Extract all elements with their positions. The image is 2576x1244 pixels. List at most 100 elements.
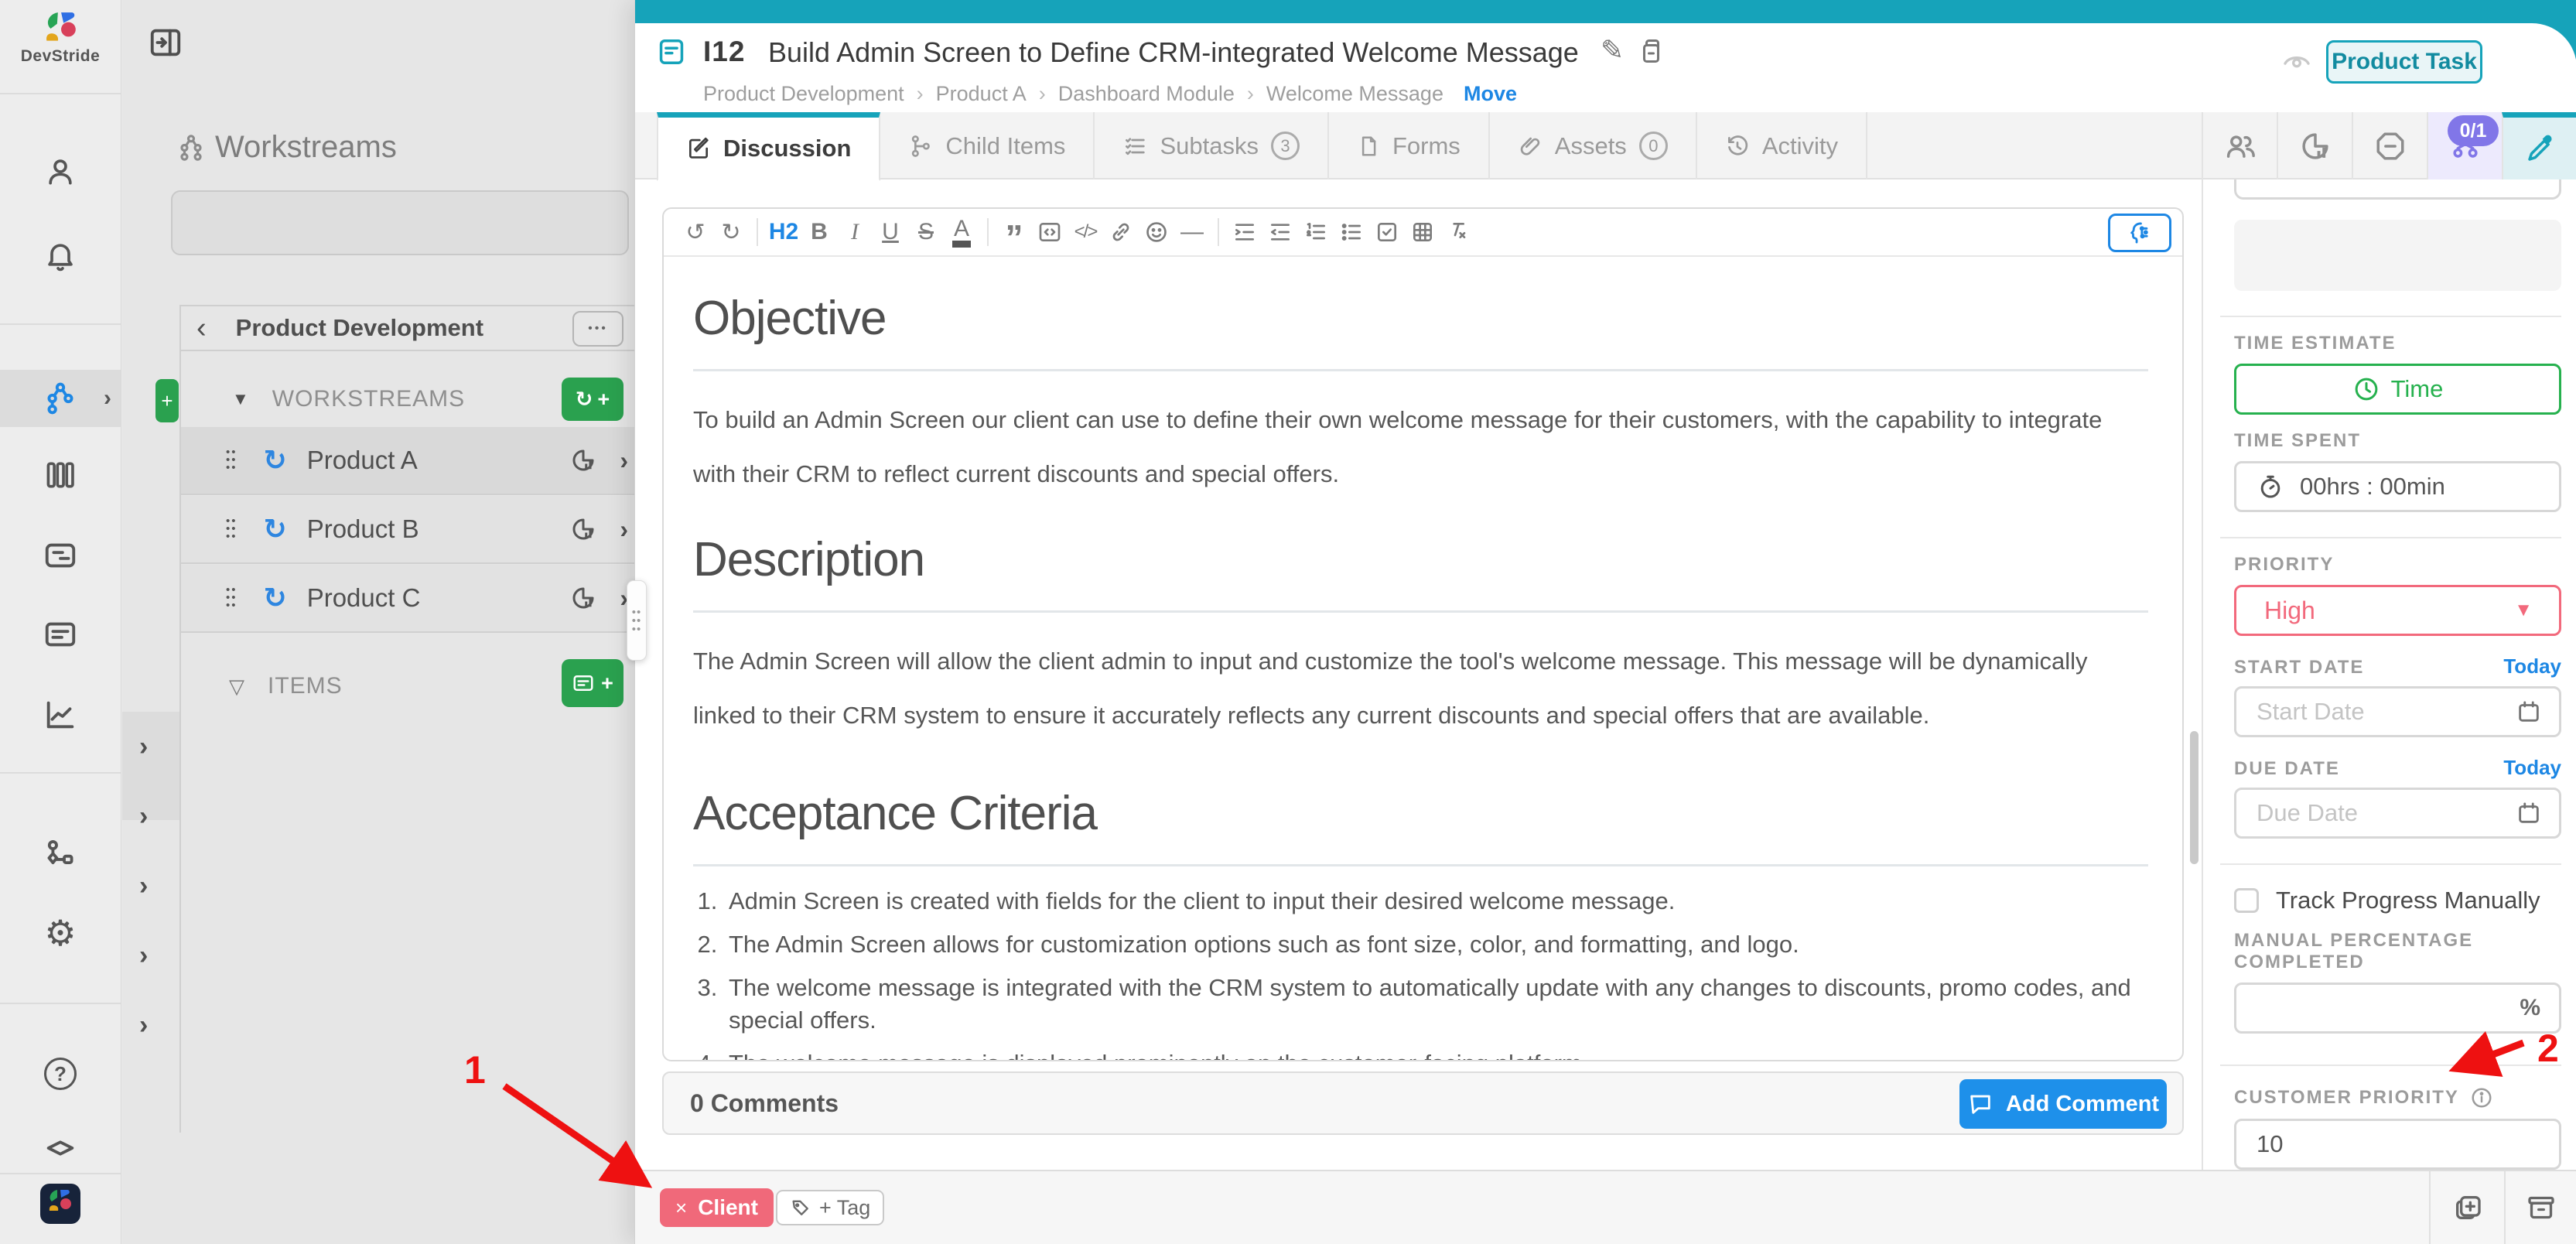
collapse-panel-icon[interactable]: [148, 25, 183, 60]
breadcrumb-item[interactable]: Product A: [936, 82, 1027, 106]
collapse-caret-icon[interactable]: ▽: [229, 675, 244, 699]
sidebar-item-workstreams[interactable]: ›: [0, 370, 121, 427]
editor-content[interactable]: Objective To build an Admin Screen our c…: [664, 257, 2182, 1061]
collapse-caret-icon[interactable]: ▼: [232, 389, 249, 409]
workstream-row-product-a[interactable]: •••••• ↻ Product A ›: [181, 427, 634, 495]
mini-expand-chevron[interactable]: ›: [139, 941, 148, 971]
italic-button[interactable]: I: [837, 214, 873, 250]
copy-link-icon[interactable]: [1636, 36, 1664, 67]
back-chevron-icon[interactable]: ‹: [196, 312, 207, 345]
start-date-field[interactable]: [2234, 686, 2561, 737]
info-icon[interactable]: [2470, 1086, 2493, 1109]
duplicate-item-button[interactable]: [2429, 1171, 2504, 1244]
outdent-icon[interactable]: [1262, 214, 1298, 250]
redo-icon[interactable]: ↻: [713, 214, 749, 250]
tab-subtasks[interactable]: Subtasks 3: [1095, 112, 1329, 179]
undo-icon[interactable]: ↺: [678, 214, 713, 250]
watch-eye-icon[interactable]: [2280, 45, 2314, 76]
track-progress-checkbox[interactable]: [2234, 888, 2259, 913]
task-title[interactable]: Build Admin Screen to Define CRM-integra…: [768, 36, 1579, 69]
more-options-button[interactable]: •••: [572, 311, 624, 347]
app-switcher-icon[interactable]: [0, 1182, 121, 1225]
profile-icon[interactable]: [0, 153, 121, 190]
link-icon[interactable]: [1103, 214, 1139, 250]
mini-expand-chevron[interactable]: ›: [139, 732, 148, 762]
stats-pie-icon[interactable]: [569, 446, 597, 474]
planning-icon[interactable]: [0, 537, 121, 574]
settings-gear-icon[interactable]: ⚙: [0, 914, 121, 952]
tab-blockers[interactable]: [2352, 112, 2427, 179]
text-color-button[interactable]: A: [944, 214, 979, 250]
tab-forms[interactable]: Forms: [1329, 112, 1490, 179]
due-today-link[interactable]: Today: [2503, 756, 2561, 780]
workstreams-section-row[interactable]: ▼ WORKSTREAMS ↻+: [181, 374, 634, 424]
add-comment-button[interactable]: Add Comment: [1959, 1079, 2167, 1129]
mini-add-button[interactable]: +: [155, 379, 179, 422]
mini-expand-chevron[interactable]: ›: [139, 871, 148, 901]
manual-percentage-field[interactable]: %: [2234, 983, 2561, 1034]
table-icon[interactable]: [1405, 214, 1440, 250]
tab-workflow[interactable]: 0/1: [2427, 112, 2502, 179]
breadcrumb-item[interactable]: Dashboard Module: [1058, 82, 1235, 106]
tab-members[interactable]: [2202, 112, 2277, 179]
heading-button[interactable]: H2: [766, 214, 801, 250]
automations-icon[interactable]: [0, 836, 121, 873]
open-chevron-icon[interactable]: ›: [620, 515, 628, 544]
cards-icon[interactable]: [0, 616, 121, 653]
emoji-icon[interactable]: [1139, 214, 1174, 250]
tree-root-row[interactable]: ‹ Product Development •••: [181, 305, 634, 351]
drag-handle-icon[interactable]: ••••••: [226, 518, 237, 541]
mini-expand-chevron[interactable]: ›: [139, 801, 148, 832]
add-item-button[interactable]: +: [562, 659, 624, 707]
workstreams-search[interactable]: [171, 190, 629, 255]
help-icon[interactable]: ?: [0, 1055, 121, 1092]
tab-discussion[interactable]: Discussion: [657, 112, 880, 181]
workstream-row-product-c[interactable]: •••••• ↻ Product C ›: [181, 565, 634, 633]
remove-tag-icon[interactable]: ×: [675, 1196, 687, 1220]
workstream-row-product-b[interactable]: •••••• ↻ Product B ›: [181, 496, 634, 564]
track-progress-row[interactable]: Track Progress Manually: [2234, 887, 2561, 914]
due-date-input[interactable]: [2236, 799, 2492, 827]
edit-title-icon[interactable]: ✎: [1601, 34, 1624, 67]
stats-pie-icon[interactable]: [569, 515, 597, 543]
priority-select[interactable]: High ▼: [2234, 585, 2561, 636]
tag-client[interactable]: × Client: [660, 1188, 774, 1227]
bullet-list-icon[interactable]: [1334, 214, 1369, 250]
move-link[interactable]: Move: [1464, 82, 1517, 106]
expand-chevron-icon[interactable]: ›: [104, 385, 111, 412]
breadcrumb-item[interactable]: Welcome Message: [1266, 82, 1443, 106]
bold-button[interactable]: B: [801, 214, 837, 250]
tab-activity[interactable]: Activity: [1697, 112, 1867, 179]
strikethrough-button[interactable]: S: [908, 214, 944, 250]
clipped-field[interactable]: [2234, 179, 2561, 200]
indent-icon[interactable]: [1227, 214, 1262, 250]
panel-resize-handle[interactable]: ••••••: [627, 580, 647, 661]
devstride-logo[interactable]: [0, 9, 121, 48]
drag-handle-icon[interactable]: ••••••: [226, 586, 237, 610]
horizontal-rule-icon[interactable]: —: [1174, 214, 1210, 250]
mini-expand-chevron[interactable]: ›: [139, 1010, 148, 1041]
ordered-list-icon[interactable]: [1298, 214, 1334, 250]
manual-percentage-input[interactable]: [2236, 994, 2492, 1022]
clear-format-icon[interactable]: [1440, 214, 1476, 250]
start-today-link[interactable]: Today: [2503, 654, 2561, 678]
open-chevron-icon[interactable]: ›: [620, 446, 628, 475]
due-date-field[interactable]: [2234, 788, 2561, 839]
tab-eyedropper[interactable]: [2502, 112, 2576, 179]
add-tag-button[interactable]: + Tag: [776, 1190, 884, 1225]
add-workstream-button[interactable]: ↻+: [562, 378, 624, 421]
search-input[interactable]: [173, 192, 627, 254]
customer-priority-field[interactable]: [2234, 1119, 2561, 1170]
stats-pie-icon[interactable]: [569, 584, 597, 612]
blockquote-icon[interactable]: ”: [996, 214, 1032, 250]
ai-assist-button[interactable]: [2108, 214, 2171, 252]
checklist-icon[interactable]: [1369, 214, 1405, 250]
items-section-row[interactable]: ▽ ITEMS +: [181, 650, 634, 723]
layers-icon[interactable]: [0, 1131, 121, 1165]
drag-handle-icon[interactable]: ••••••: [226, 449, 237, 472]
tab-child-items[interactable]: Child Items: [880, 112, 1095, 179]
start-date-input[interactable]: [2236, 698, 2492, 726]
customer-priority-input[interactable]: [2236, 1130, 2492, 1158]
vertical-scrollbar[interactable]: [2190, 731, 2198, 864]
item-type-badge[interactable]: Product Task: [2326, 40, 2482, 84]
